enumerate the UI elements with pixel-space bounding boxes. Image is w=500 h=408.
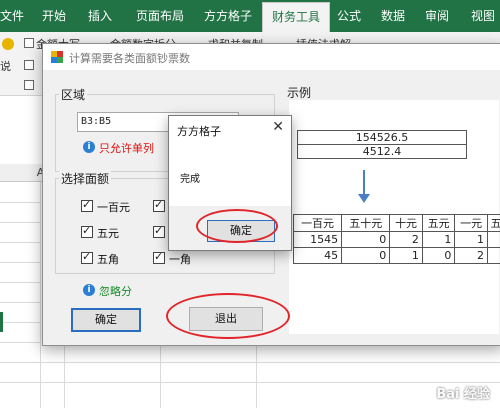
info-icon: i — [83, 284, 95, 296]
checkbox-hundred[interactable] — [81, 198, 93, 212]
checkbox-one[interactable] — [153, 224, 165, 238]
result-cell: 2 — [389, 231, 423, 248]
result-header: 五十元 — [341, 214, 391, 232]
result-header: 一元 — [454, 214, 488, 232]
single-column-note: 只允许单列 — [99, 142, 154, 155]
result-cell: 45 — [292, 247, 343, 264]
example-input-cell: 4512.4 — [297, 144, 467, 159]
tab-review[interactable]: 审阅 — [420, 0, 454, 32]
selected-row-indicator — [0, 312, 3, 332]
tab-fangfang[interactable]: 方方格子 — [196, 0, 260, 32]
result-header: 十元 — [389, 214, 423, 232]
app-icon — [51, 51, 63, 63]
label-five: 五元 — [97, 227, 119, 240]
label-one-jiao: 一角 — [169, 253, 191, 266]
result-cell: 0 — [341, 231, 391, 248]
example-label: 示例 — [285, 84, 314, 101]
result-cell: 1 — [421, 231, 456, 248]
result-cell: 1 — [454, 231, 488, 248]
checkbox-one-jiao[interactable] — [153, 250, 165, 264]
denomination-group-label: 选择面额 — [59, 170, 112, 187]
tab-insert[interactable]: 插入 — [80, 0, 120, 32]
checkbox-icon[interactable] — [24, 38, 34, 48]
checkbox-five-jiao[interactable] — [81, 250, 93, 264]
area-group-label: 区域 — [59, 86, 88, 103]
result-cell: 1545 — [292, 231, 343, 248]
checkbox-icon[interactable] — [24, 80, 34, 90]
example-result-table: 一百元 五十元 十元 五元 一元 五 1545 0 2 1 1 45 0 1 0… — [292, 214, 500, 264]
message-box-title: 方方格子 — [177, 125, 221, 138]
result-header: 五元 — [421, 214, 456, 232]
arrow-head — [358, 194, 370, 203]
checkbox-icon[interactable] — [24, 60, 34, 70]
result-cell: 2 — [454, 247, 488, 264]
tab-finance-tools[interactable]: 财务工具 — [262, 2, 330, 32]
ok-button[interactable]: 确定 — [71, 308, 141, 332]
example-input-cell: 154526.5 — [297, 130, 467, 145]
label-hundred: 一百元 — [97, 201, 130, 214]
result-cell: 1 — [389, 247, 423, 264]
coin-icon[interactable] — [2, 38, 14, 50]
ribbon-item-say[interactable]: 说 — [0, 58, 11, 74]
result-cell — [486, 231, 500, 248]
dialog-title: 计算需要各类面额钞票数 — [69, 52, 190, 65]
ribbon-tab-bar: 文件 开始 插入 页面布局 方方格子 财务工具 公式 数据 审阅 视图 — [0, 0, 500, 32]
tab-formulas[interactable]: 公式 — [332, 0, 366, 32]
checkbox-fifty[interactable] — [153, 198, 165, 212]
result-cell: 0 — [421, 247, 456, 264]
tab-data[interactable]: 数据 — [376, 0, 410, 32]
checkbox-five[interactable] — [81, 224, 93, 238]
info-icon: i — [83, 141, 95, 153]
dialog-titlebar: 计算需要各类面额钞票数 — [43, 44, 500, 70]
result-header: 五 — [486, 214, 500, 232]
message-text: 完成 — [180, 174, 200, 185]
tab-file[interactable]: 文件 — [0, 0, 24, 32]
result-cell — [486, 247, 500, 264]
tab-page-layout[interactable]: 页面布局 — [128, 0, 192, 32]
label-five-jiao: 五角 — [97, 253, 119, 266]
close-icon[interactable]: ✕ — [272, 119, 284, 135]
annotation-oval — [196, 209, 278, 243]
ignore-cents-note: 忽略分 — [99, 285, 132, 298]
result-header: 一百元 — [292, 214, 343, 232]
watermark: Bai 经验 — [436, 387, 490, 402]
tab-view[interactable]: 视图 — [466, 0, 500, 32]
example-input-table: 154526.5 4512.4 — [297, 130, 467, 159]
tab-home[interactable]: 开始 — [34, 0, 74, 32]
result-cell: 0 — [341, 247, 391, 264]
annotation-oval — [166, 293, 290, 339]
